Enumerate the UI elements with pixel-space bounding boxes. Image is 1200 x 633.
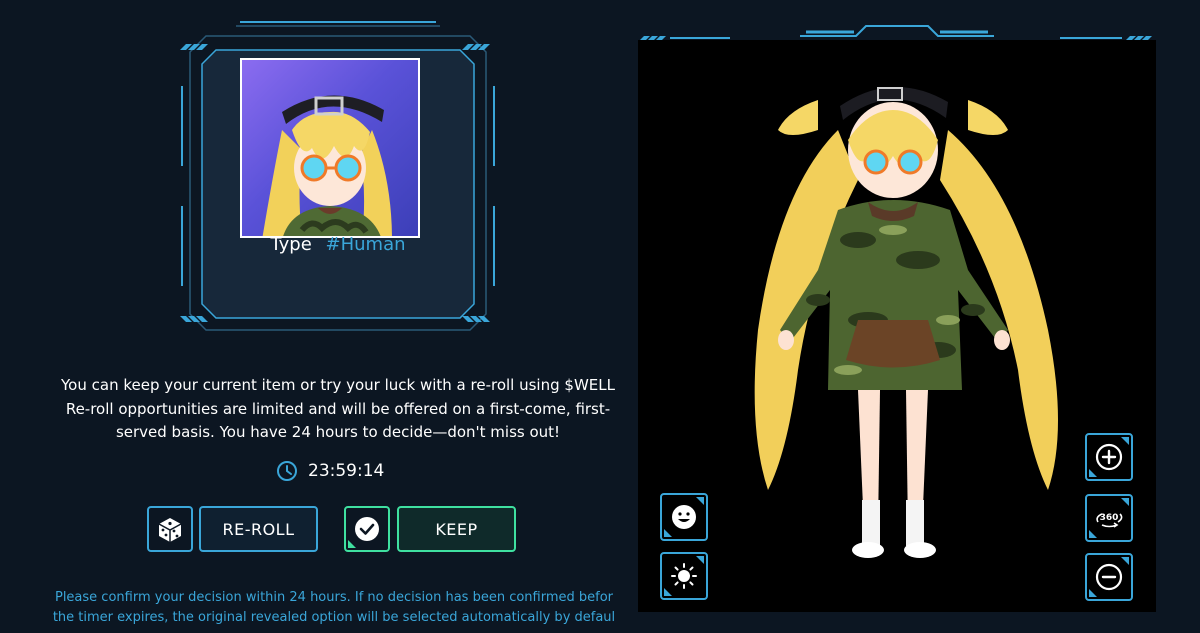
smiley-icon [672, 505, 696, 529]
clock-icon [277, 461, 297, 481]
zoom-out-button[interactable] [1085, 553, 1133, 601]
note-line-1: Please confirm your decision within 24 h… [54, 590, 614, 605]
corner-accent [1121, 557, 1129, 565]
lighting-button[interactable] [660, 552, 708, 600]
corner-accent [1089, 469, 1097, 477]
corner-accent [348, 540, 356, 548]
reroll-button-label: RE-ROLL [222, 519, 295, 539]
type-label: Type [270, 234, 312, 255]
character-portrait-art [262, 95, 392, 236]
info-line-3: served basis. You have 24 hours to decid… [115, 423, 561, 441]
zoom-in-button[interactable] [1085, 433, 1133, 481]
confirm-note: Please confirm your decision within 24 h… [24, 588, 644, 628]
info-line-2: Re-roll opportunities are limited and wi… [65, 399, 611, 418]
keep-button[interactable]: KEEP [397, 506, 516, 552]
corner-accent [664, 588, 672, 596]
minus-icon [1095, 563, 1123, 591]
item-card: Type #Human [176, 16, 500, 350]
corner-accent [664, 529, 672, 537]
avatar-3d-viewer[interactable]: 360 [638, 40, 1156, 612]
type-value: #Human [325, 234, 406, 255]
corner-accent [696, 556, 704, 564]
card-type-row: Type #Human [176, 234, 500, 255]
rotate-360-text: 360 [1100, 513, 1119, 523]
rotate-360-icon: 360 [1096, 513, 1123, 528]
check-icon [355, 517, 379, 541]
reroll-icon-button[interactable] [147, 506, 193, 552]
corner-accent [1089, 530, 1097, 538]
reroll-info-text: You can keep your current item or try yo… [40, 374, 636, 445]
avatar-model [754, 86, 1058, 558]
countdown-timer: 23:59:14 [276, 458, 384, 484]
dice-icon [158, 518, 182, 542]
sun-icon [671, 563, 697, 589]
plus-icon [1095, 443, 1123, 471]
keep-icon-button[interactable] [344, 506, 390, 552]
corner-accent [1089, 589, 1097, 597]
corner-accent [1121, 498, 1129, 506]
corner-accent [1121, 437, 1129, 445]
emote-button[interactable] [660, 493, 708, 541]
reroll-button[interactable]: RE-ROLL [199, 506, 318, 552]
corner-accent [696, 497, 704, 505]
note-line-2: the timer expires, the original revealed… [52, 610, 616, 625]
character-portrait [240, 58, 420, 238]
rotate-360-button[interactable]: 360 [1085, 494, 1133, 542]
info-line-1: You can keep your current item or try yo… [61, 376, 615, 394]
keep-button-label: KEEP [435, 519, 478, 539]
timer-value: 23:59:14 [308, 461, 385, 481]
